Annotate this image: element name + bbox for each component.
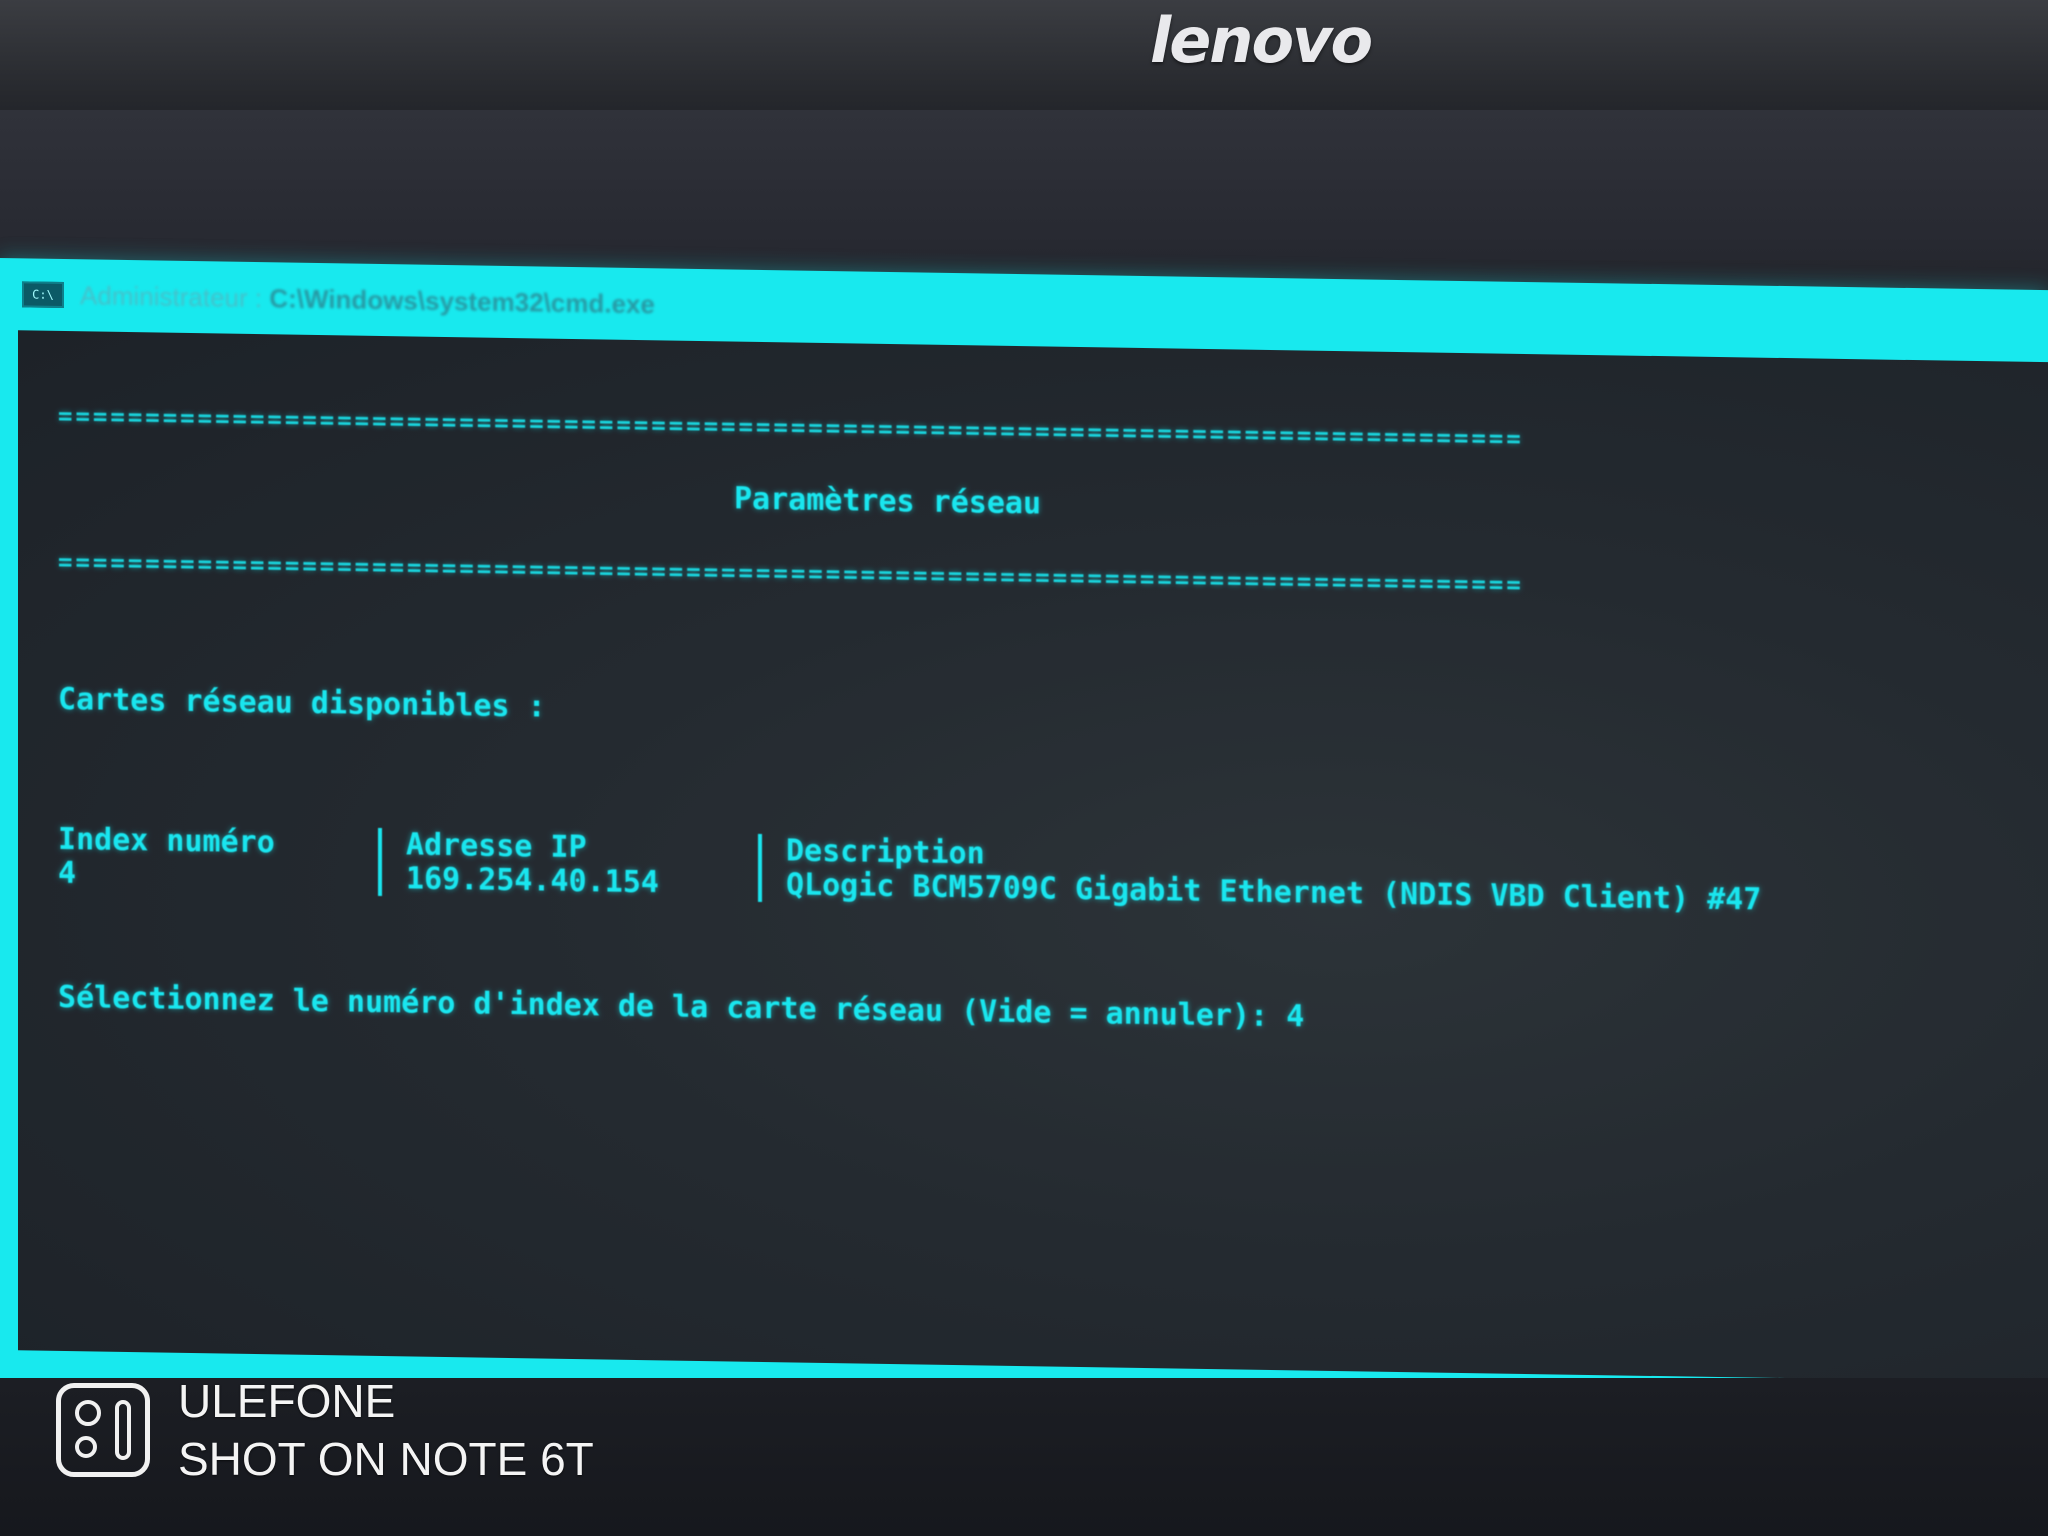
watermark-model: SHOT ON NOTE 6T [178,1433,594,1485]
section-heading: Paramètres réseau [734,481,1042,522]
monitor-bezel-top [0,0,2048,120]
window-title-path: C:\Windows\system32\cmd.exe [269,282,655,319]
adapter-table: Index numéro Adresse IP Description 4 16… [58,821,1761,918]
window-title: Administrateur : C:\Windows\system32\cmd… [80,280,655,320]
monitor-brand-logo: lenovo [1150,4,1373,77]
table-cell-ip: 169.254.40.154 [378,861,758,902]
watermark-text: ULEFONE SHOT ON NOTE 6T [178,1372,594,1488]
terminal-text: ========================================… [58,363,1761,1080]
camera-icon [56,1383,150,1477]
index-prompt[interactable]: Sélectionnez le numéro d'index de la car… [58,979,1658,1042]
rule-top: ========================================… [58,401,1524,453]
table-header-index: Index numéro [58,821,275,861]
console-output-area[interactable]: ========================================… [18,330,2048,1383]
cmd-icon[interactable]: C:\ [22,281,64,309]
console-window[interactable]: C:\ Administrateur : C:\Windows\system32… [0,258,2048,1411]
monitor-bezel-inner [0,110,2048,260]
camera-watermark: ULEFONE SHOT ON NOTE 6T [56,1372,594,1488]
rule-bottom: ========================================… [58,547,1524,599]
table-cell-index: 4 [58,855,77,892]
watermark-brand: ULEFONE [178,1375,396,1427]
window-title-prefix: Administrateur : [80,279,263,313]
available-adapters-label: Cartes réseau disponibles : [58,681,546,725]
